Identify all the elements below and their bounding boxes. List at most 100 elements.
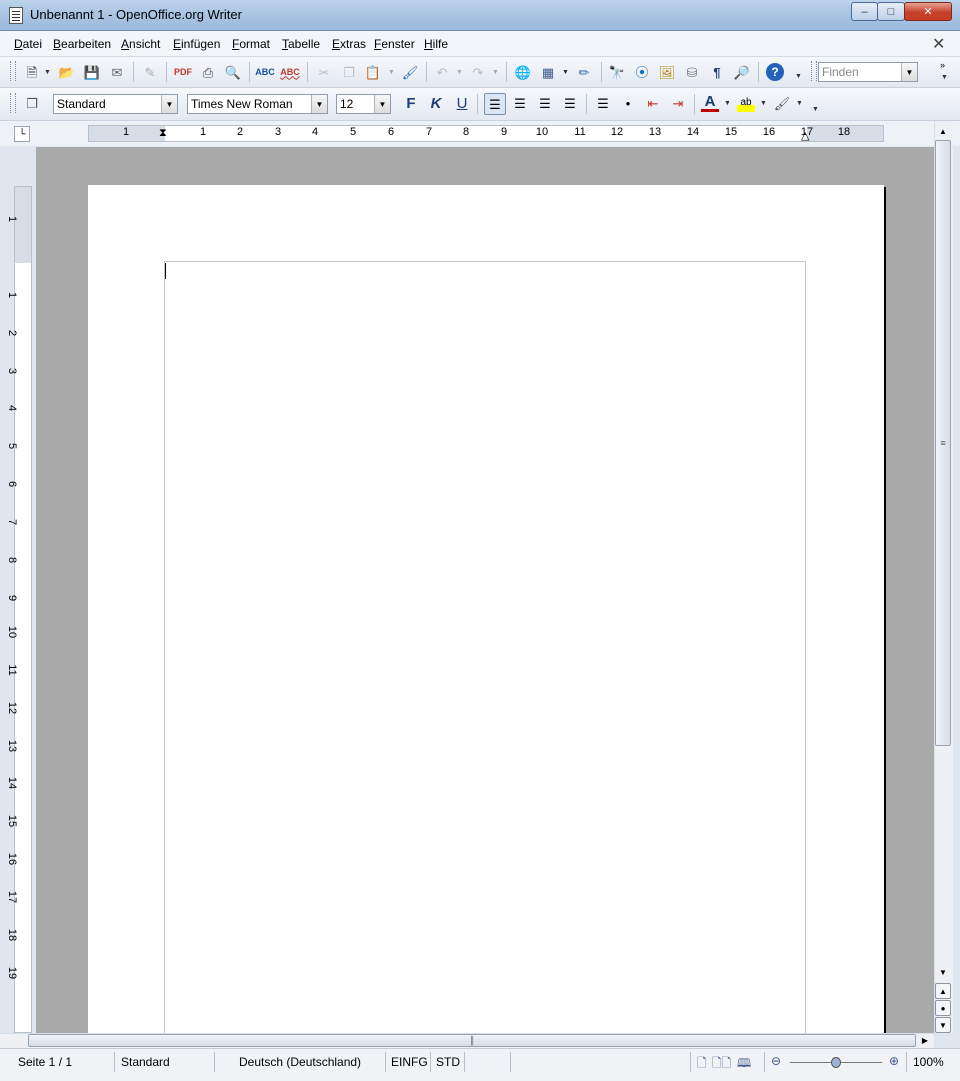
draw-functions-icon[interactable]: ✏ [575, 63, 593, 81]
chevron-down-icon[interactable]: ▼ [760, 100, 767, 107]
toolbar-overflow-icon[interactable]: ▼ [795, 73, 802, 80]
horizontal-scroll-thumb[interactable]: ║ [28, 1034, 916, 1047]
hyperlink-icon[interactable]: 🌐 [514, 63, 532, 81]
horizontal-ruler[interactable]: 1 1 2 3 4 5 6 7 8 9 10 11 12 13 14 15 16… [88, 125, 884, 142]
chevron-down-icon[interactable]: ▼ [724, 100, 731, 107]
page-indicator[interactable]: Seite 1 / 1 [18, 1055, 72, 1069]
toolbar-overflow-icon[interactable]: » [940, 60, 945, 70]
find-box[interactable]: Finden ▼ [818, 62, 918, 82]
vertical-ruler[interactable]: 1 1 2 3 4 5 6 7 8 9 10 11 12 13 14 15 16… [6, 186, 32, 1033]
paste-icon[interactable]: 📋 [364, 63, 382, 81]
chevron-down-icon[interactable]: ▼ [44, 69, 51, 76]
decrease-indent-icon[interactable]: ⇤ [644, 94, 662, 112]
zoom-in-icon[interactable]: ⊕ [889, 1054, 899, 1068]
edit-file-icon[interactable]: ✎ [141, 63, 159, 81]
save-icon[interactable]: 💾 [83, 63, 101, 81]
auto-spellcheck-icon[interactable]: ABC [280, 63, 300, 81]
book-view-icon[interactable]: 🕮 [737, 1054, 751, 1075]
spellcheck-icon[interactable]: ABC [255, 63, 275, 81]
chevron-down-icon[interactable]: ▼ [901, 63, 917, 81]
menu-ansicht[interactable]: Ansicht [121, 37, 160, 51]
tab-stop-selector[interactable]: └ [14, 126, 30, 142]
document-page[interactable] [88, 185, 884, 1033]
background-color-icon[interactable]: 🖌 [773, 94, 791, 112]
highlighting-icon[interactable]: ab [737, 94, 755, 112]
redo-icon[interactable]: ↷ [469, 63, 487, 81]
menu-tabelle[interactable]: Tabelle [282, 37, 320, 51]
copy-icon[interactable]: ❐ [340, 63, 358, 81]
cut-icon[interactable]: ✂ [315, 63, 333, 81]
previous-page-icon[interactable]: ▲ [935, 983, 951, 999]
zoom-percentage[interactable]: 100% [913, 1055, 944, 1069]
find-replace-icon[interactable]: 🔭 [608, 63, 626, 81]
menu-hilfe[interactable]: Hilfe [424, 37, 448, 51]
insert-mode[interactable]: EINFG [391, 1055, 428, 1069]
font-size-select[interactable]: 12 ▼ [336, 94, 391, 114]
menu-einfuegen[interactable]: Einfügen [173, 37, 220, 51]
chevron-down-icon[interactable]: ▼ [796, 100, 803, 107]
numbering-icon[interactable]: ☰ [594, 94, 612, 112]
navigation-icon[interactable]: ● [935, 1000, 951, 1016]
menu-fenster[interactable]: Fenster [374, 37, 415, 51]
italic-button[interactable]: K [427, 94, 445, 112]
styles-formatting-icon[interactable]: ❐ [23, 94, 41, 112]
multi-page-view-icon[interactable]: 🗋🗋 [712, 1054, 731, 1075]
chevron-down-icon[interactable]: ▼ [388, 69, 395, 76]
gallery-icon[interactable]: 🖼 [658, 63, 676, 81]
right-indent-marker[interactable]: △ [801, 129, 809, 142]
increase-indent-icon[interactable]: ⇥ [669, 94, 687, 112]
justify-button[interactable]: ☰ [561, 94, 579, 112]
text-boundary[interactable] [164, 261, 806, 1033]
table-icon[interactable]: ▦ [539, 63, 557, 81]
close-window-button[interactable]: ✕ [904, 2, 952, 21]
menu-bearbeiten[interactable]: Bearbeiten [53, 37, 111, 51]
font-color-icon[interactable]: A [701, 94, 719, 112]
clone-format-icon[interactable]: 🖌 [401, 63, 419, 81]
minimize-button[interactable]: – [851, 2, 878, 21]
formatting-marks-icon[interactable]: ¶ [708, 63, 726, 81]
zoom-out-icon[interactable]: ⊖ [771, 1054, 781, 1068]
vertical-scroll-thumb[interactable]: ≡ [935, 140, 951, 746]
language-indicator[interactable]: Deutsch (Deutschland) [239, 1055, 361, 1069]
left-indent-marker[interactable]: ⧗ [159, 127, 167, 140]
zoom-icon[interactable]: 🔎 [733, 63, 751, 81]
chevron-down-icon[interactable]: ▼ [562, 69, 569, 76]
underline-button[interactable]: U [453, 94, 471, 112]
menu-extras[interactable]: Extras [332, 37, 366, 51]
chevron-down-icon[interactable]: ▼ [161, 95, 177, 113]
find-input[interactable]: Finden [822, 65, 859, 79]
bold-button[interactable]: F [402, 94, 420, 112]
menu-datei[interactable]: Datei [14, 37, 42, 51]
chevron-down-icon[interactable]: ▼ [456, 69, 463, 76]
chevron-down-icon[interactable]: ▼ [492, 69, 499, 76]
email-icon[interactable]: ✉ [108, 63, 126, 81]
data-sources-icon[interactable]: ⛁ [683, 63, 701, 81]
open-folder-icon[interactable]: 📂 [58, 63, 76, 81]
zoom-slider-handle[interactable] [831, 1057, 841, 1068]
page-style[interactable]: Standard [121, 1055, 170, 1069]
scroll-up-icon[interactable]: ▲ [936, 125, 950, 137]
align-right-button[interactable]: ☰ [536, 94, 554, 112]
toolbar-overflow-icon[interactable]: ▼ [812, 106, 819, 113]
scroll-down-icon[interactable]: ▼ [936, 966, 950, 978]
next-page-icon[interactable]: ▼ [935, 1017, 951, 1033]
selection-mode[interactable]: STD [436, 1055, 460, 1069]
align-left-button[interactable]: ☰ [484, 93, 506, 115]
print-preview-icon[interactable]: 🔍 [224, 63, 242, 81]
font-name-select[interactable]: Times New Roman ▼ [187, 94, 328, 114]
print-icon[interactable]: ⎙ [199, 63, 217, 81]
new-document-icon[interactable]: 🗎 [23, 63, 41, 81]
undo-icon[interactable]: ↶ [433, 63, 451, 81]
align-center-button[interactable]: ☰ [511, 94, 529, 112]
bullets-icon[interactable]: • [619, 94, 637, 112]
export-pdf-icon[interactable]: PDF [174, 63, 192, 81]
chevron-down-icon[interactable]: ▼ [311, 95, 327, 113]
chevron-down-icon[interactable]: ▼ [374, 95, 390, 113]
help-icon[interactable]: ? [766, 63, 784, 81]
navigator-icon[interactable]: ⦿ [633, 63, 651, 81]
maximize-button[interactable]: □ [877, 2, 905, 21]
toolbar-grip[interactable] [811, 61, 817, 81]
toolbar-grip[interactable] [10, 61, 16, 81]
chevron-down-icon[interactable]: ▼ [941, 74, 948, 81]
close-document-icon[interactable]: ✕ [932, 34, 945, 54]
